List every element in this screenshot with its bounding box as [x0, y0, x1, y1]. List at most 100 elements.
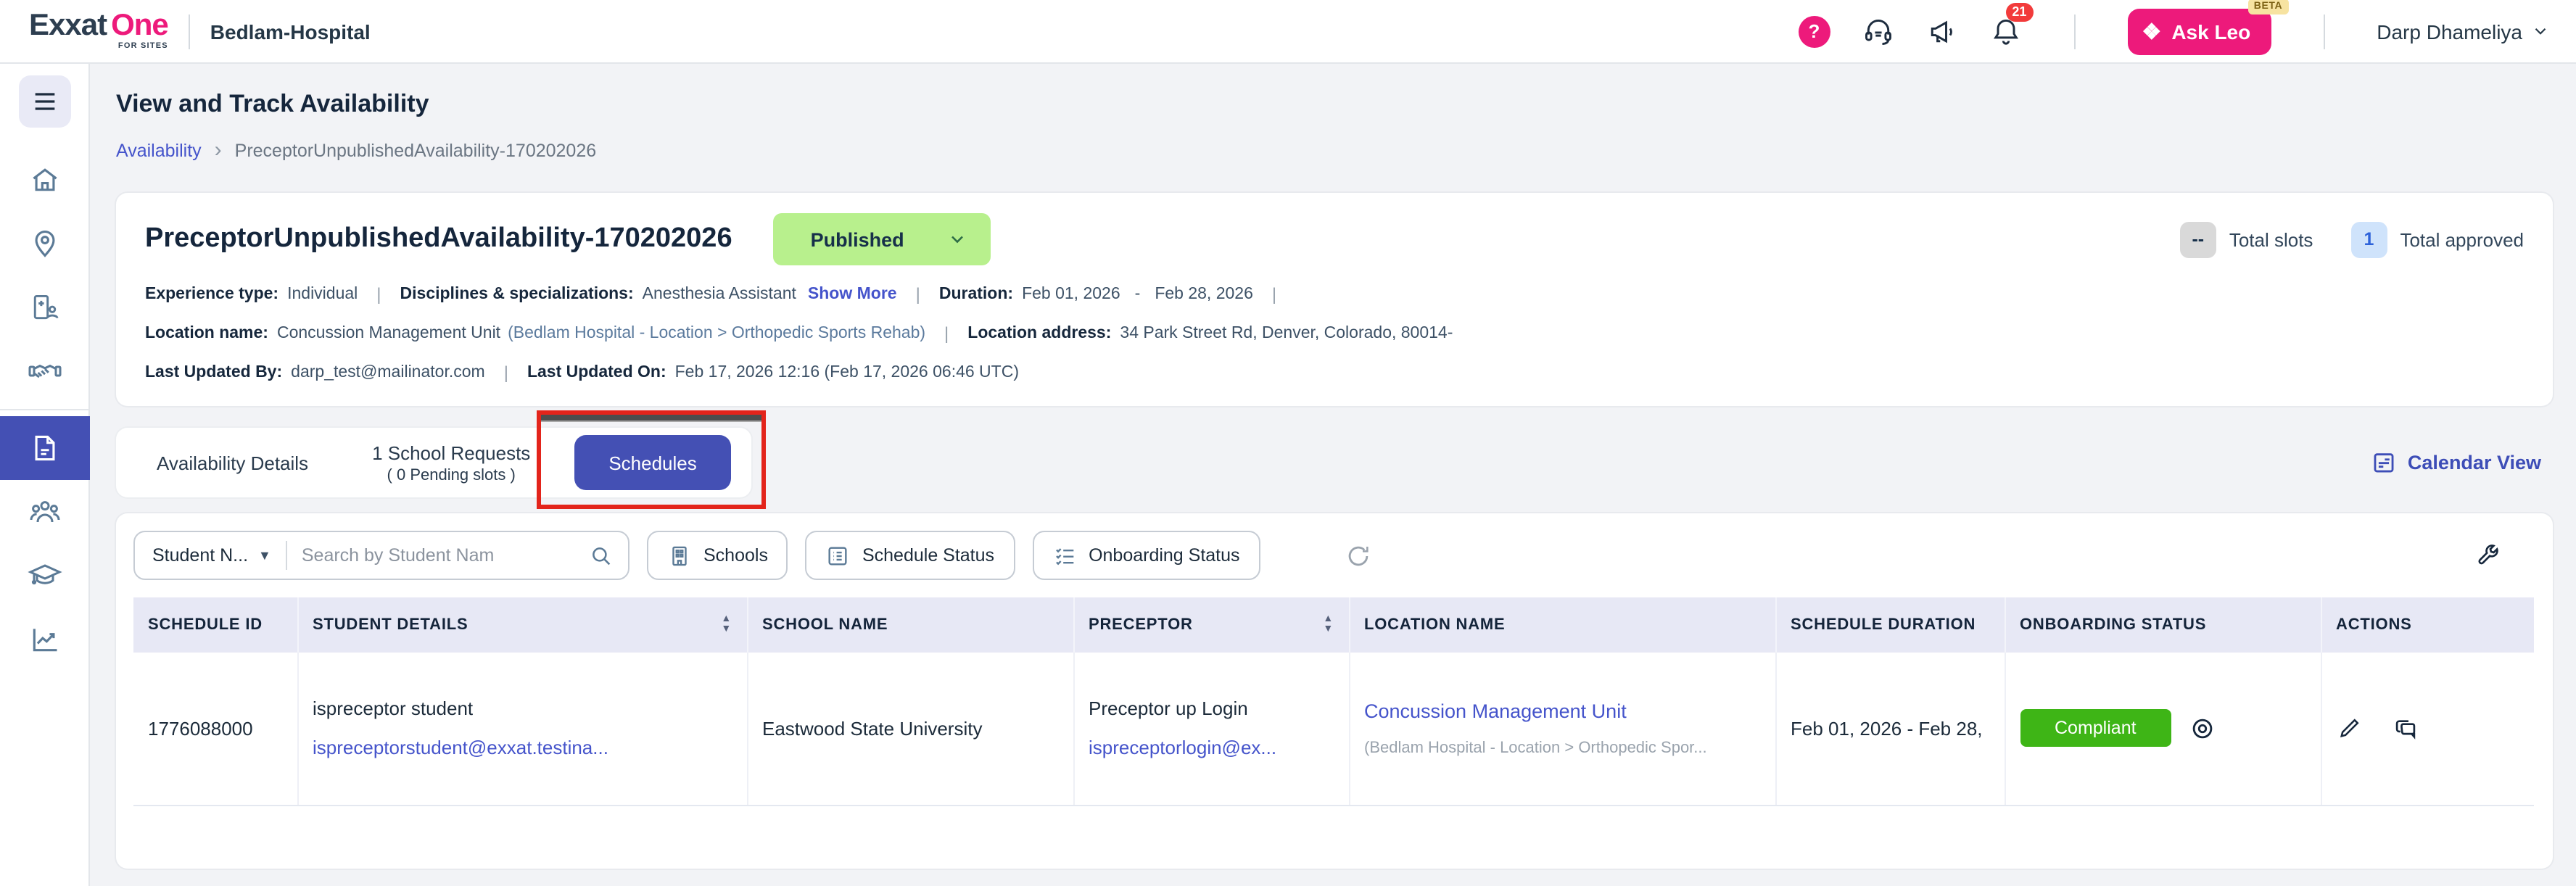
status-dropdown[interactable]: Published [773, 213, 991, 265]
app-window: Exxat One FOR SITES Bedlam-Hospital ? [0, 0, 2576, 886]
preceptor-email-link[interactable]: ispreceptorlogin@ex... [1089, 737, 1334, 759]
beta-badge: BETA [2248, 0, 2289, 14]
sidebar-divider [0, 409, 89, 410]
experience-type-value: Individual [287, 286, 358, 303]
support-headset-icon[interactable] [1862, 15, 1894, 47]
col-onboarding-status: ONBOARDING STATUS [2005, 597, 2321, 653]
cell-actions [2321, 653, 2534, 805]
col-actions: ACTIONS [2321, 597, 2534, 653]
cell-location-name: Concussion Management Unit (Bedlam Hospi… [1349, 653, 1775, 805]
brand-secondary: One [111, 11, 168, 41]
schedules-table: SCHEDULE ID STUDENT DETAILS ▲▼ SCHOOL NA… [133, 597, 2534, 806]
handshake-icon [27, 354, 62, 389]
page-title: View and Track Availability [116, 90, 2553, 119]
sidebar-item-home[interactable] [0, 148, 89, 212]
schools-filter-button[interactable]: Schools [647, 531, 788, 580]
wrench-settings-icon[interactable] [2474, 542, 2501, 568]
student-email-link[interactable]: ispreceptorstudent@exxat.testina... [313, 737, 732, 759]
calendar-view-label: Calendar View [2408, 452, 2541, 473]
separator: | [916, 284, 920, 305]
ask-leo-button[interactable]: ❖ Ask Leo BETA [2127, 8, 2271, 54]
brand-tagline: FOR SITES [118, 44, 168, 52]
sort-icon[interactable]: ▲▼ [721, 616, 732, 634]
schedule-status-filter-label: Schedule Status [862, 545, 994, 566]
duration-label: Duration: [939, 286, 1013, 303]
sidebar-item-locations[interactable] [0, 212, 89, 276]
school-requests-line2: ( 0 Pending slots ) [372, 466, 530, 484]
separator: | [1272, 284, 1276, 305]
hamburger-menu-icon[interactable] [18, 75, 70, 128]
calendar-view-link[interactable]: Calendar View [2371, 450, 2541, 475]
onboarding-status-filter-button[interactable]: Onboarding Status [1032, 531, 1260, 580]
org-name: Bedlam-Hospital [210, 20, 371, 43]
sidebar-item-clinic[interactable] [0, 276, 89, 339]
building-icon [667, 543, 692, 568]
schedules-table-card: Student N... ▼ [116, 513, 2553, 869]
student-search-input[interactable] [287, 545, 589, 566]
exxat-one-logo: Exxat One FOR SITES [29, 11, 168, 52]
total-slots-value: -- [2180, 221, 2216, 257]
search-category-dropdown[interactable]: Student N... ▼ [135, 545, 286, 566]
graduation-cap-icon [27, 558, 62, 593]
clinic-building-icon [28, 291, 60, 323]
user-name: Darp Dhameliya [2377, 20, 2522, 43]
total-slots-stat: -- Total slots [2180, 221, 2313, 257]
availability-title: PreceptorUnpublishedAvailability-1702020… [145, 223, 732, 255]
duration-start: Feb 01, 2026 [1022, 286, 1120, 303]
availability-summary-card: PreceptorUnpublishedAvailability-1702020… [116, 193, 2553, 406]
caret-down-icon: ▼ [258, 548, 271, 563]
location-pin-icon [28, 228, 60, 260]
table-header-row: SCHEDULE ID STUDENT DETAILS ▲▼ SCHOOL NA… [133, 597, 2534, 653]
duration-dash: - [1135, 286, 1141, 303]
tab-school-requests[interactable]: 1 School Requests ( 0 Pending slots ) [340, 442, 562, 484]
notification-count-badge: 21 [2005, 2, 2033, 21]
sidebar-item-partnerships[interactable] [0, 339, 89, 403]
annotation-scrollbar-artifact [541, 415, 761, 422]
comments-icon[interactable] [2391, 715, 2419, 742]
edit-pencil-icon[interactable] [2336, 716, 2362, 742]
col-student-details: STUDENT DETAILS ▲▼ [297, 597, 747, 653]
sidebar-item-analytics[interactable] [0, 608, 89, 671]
tab-schedules[interactable]: Schedules [574, 435, 731, 490]
compliant-status-badge[interactable]: Compliant [2020, 710, 2171, 748]
divider [2073, 14, 2075, 49]
view-icon[interactable] [2189, 715, 2216, 742]
breadcrumb-chevron-icon: › [215, 138, 222, 160]
last-updated-on-label: Last Updated On: [527, 364, 666, 381]
sidebar-item-documents[interactable] [0, 416, 89, 480]
sidebar-item-education[interactable] [0, 544, 89, 608]
details-line-1: Experience type: Individual | Discipline… [145, 284, 2524, 305]
user-menu[interactable]: Darp Dhameliya [2377, 20, 2550, 43]
divider [189, 14, 190, 49]
sidebar-item-people[interactable] [0, 480, 89, 544]
schedule-status-filter-button[interactable]: Schedule Status [806, 531, 1015, 580]
chevron-down-icon [2531, 22, 2550, 41]
notification-bell-icon[interactable]: 21 [1989, 15, 2021, 47]
details-line-2: Location name: Concussion Management Uni… [145, 323, 2524, 344]
chevron-down-icon [948, 229, 968, 249]
breadcrumb: Availability › PreceptorUnpublishedAvail… [116, 141, 2553, 161]
location-name-value: Concussion Management Unit [277, 325, 500, 342]
preceptor-name: Preceptor up Login [1089, 698, 1248, 720]
col-location-name: LOCATION NAME [1349, 597, 1775, 653]
megaphone-icon[interactable] [1925, 15, 1957, 47]
table-row: 1776088000 ispreceptor student isprecept… [133, 653, 2534, 805]
help-icon[interactable]: ? [1798, 15, 1830, 47]
tab-availability-details[interactable]: Availability Details [125, 452, 340, 473]
location-name-link[interactable]: Concussion Management Unit [1364, 700, 1760, 722]
top-bar: Exxat One FOR SITES Bedlam-Hospital ? [0, 0, 2576, 64]
people-group-icon [27, 494, 62, 529]
document-icon [28, 432, 60, 464]
show-more-link[interactable]: Show More [808, 286, 897, 303]
experience-type-label: Experience type: [145, 286, 278, 303]
cell-onboarding-status: Compliant [2005, 653, 2321, 805]
refresh-icon[interactable] [1345, 542, 1372, 569]
sort-icon[interactable]: ▲▼ [1323, 616, 1334, 634]
duration-end: Feb 28, 2026 [1155, 286, 1253, 303]
search-icon[interactable] [589, 543, 628, 568]
breadcrumb-availability-link[interactable]: Availability [116, 141, 202, 161]
cell-preceptor: Preceptor up Login ispreceptorlogin@ex..… [1073, 653, 1349, 805]
last-updated-by-value: darp_test@mailinator.com [291, 364, 485, 381]
tabs-row: Availability Details 1 School Requests (… [116, 426, 2553, 499]
schools-filter-label: Schools [703, 545, 768, 566]
